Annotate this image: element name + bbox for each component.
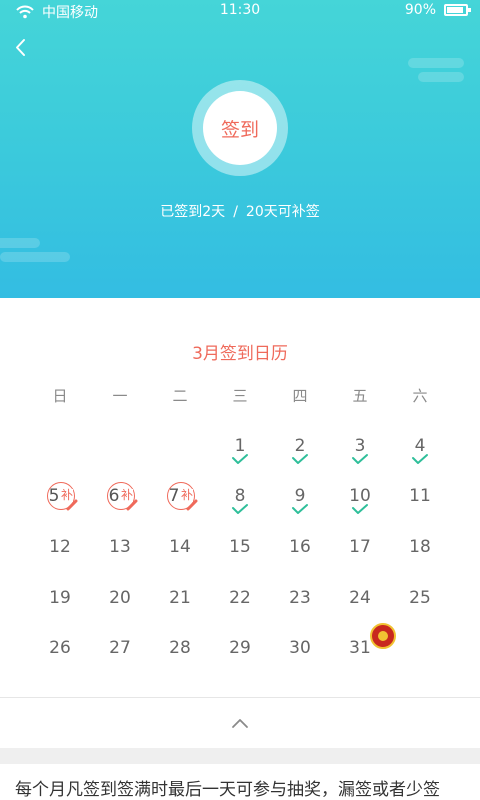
signed-check-icon [412,454,428,464]
collapse-calendar-button[interactable] [226,712,254,734]
calendar-day[interactable]: 24 [330,583,390,613]
weekday-label: 一 [112,387,128,405]
signed-days: 已签到2天 [160,204,226,220]
rules-text: 每个月凡签到签满时最后一天可参与抽奖，漏签或者少签 [15,780,440,800]
divider [0,697,480,698]
battery-icon [444,4,471,16]
calendar-day[interactable]: 21 [150,583,210,613]
pencil-icon [186,499,198,511]
weekday-label: 三 [232,387,248,405]
sign-in-label: 签到 [220,118,259,141]
signed-check-icon [232,454,248,464]
status-bar: 中国移动 11:30 90% [0,0,480,22]
status-separator: / [233,204,238,220]
signed-check-icon [352,504,368,514]
signed-check-icon [352,454,368,464]
chevron-left-icon [16,39,25,56]
calendar-title: 3月签到日历 [192,344,288,364]
calendar-day[interactable]: 18 [390,532,450,562]
prize-center [378,631,388,641]
sign-status: 已签到2天 / 20天可补签 [0,201,480,221]
signed-check-icon [292,454,308,464]
calendar-day[interactable]: 12 [30,532,90,562]
chevron-up-icon [232,719,248,728]
decor-cloud [0,238,40,248]
calendar-day[interactable]: 17 [330,532,390,562]
calendar-day[interactable]: 22 [210,583,270,613]
makeup-days: 20天可补签 [245,204,320,220]
weekday-label: 二 [172,387,188,405]
calendar-day[interactable]: 26 [30,633,90,663]
calendar-day[interactable]: 11 [390,481,450,511]
calendar-day[interactable]: 19 [30,583,90,613]
decor-cloud [418,72,464,82]
decor-cloud [408,58,464,68]
battery-percent: 90% [404,2,436,18]
calendar-day[interactable]: 28 [150,633,210,663]
sign-header: 中国移动 11:30 90% 签到 已签到2天 / 20天可补签 [0,0,480,298]
calendar-day[interactable]: 20 [90,583,150,613]
signed-check-icon [292,504,308,514]
weekday-label: 四 [292,387,308,405]
weekday-label: 日 [52,387,68,405]
calendar-day[interactable]: 13 [90,532,150,562]
battery-level [447,7,463,13]
weekday-label: 六 [412,387,428,405]
back-button[interactable] [8,34,36,62]
calendar-day[interactable]: 27 [90,633,150,663]
weekday-label: 五 [352,387,368,405]
lottery-prize-icon[interactable] [370,623,396,649]
calendar-day[interactable]: 25 [390,583,450,613]
decor-cloud [0,252,70,262]
calendar-day[interactable]: 29 [210,633,270,663]
calendar-day[interactable]: 14 [150,532,210,562]
calendar-day[interactable]: 16 [270,532,330,562]
pencil-icon [66,499,78,511]
pencil-icon [126,499,138,511]
calendar-day[interactable]: 15 [210,532,270,562]
calendar-day[interactable]: 23 [270,583,330,613]
section-gap [0,748,480,764]
sign-in-button[interactable]: 签到 [203,91,277,165]
calendar-day[interactable]: 30 [270,633,330,663]
signed-check-icon [232,504,248,514]
